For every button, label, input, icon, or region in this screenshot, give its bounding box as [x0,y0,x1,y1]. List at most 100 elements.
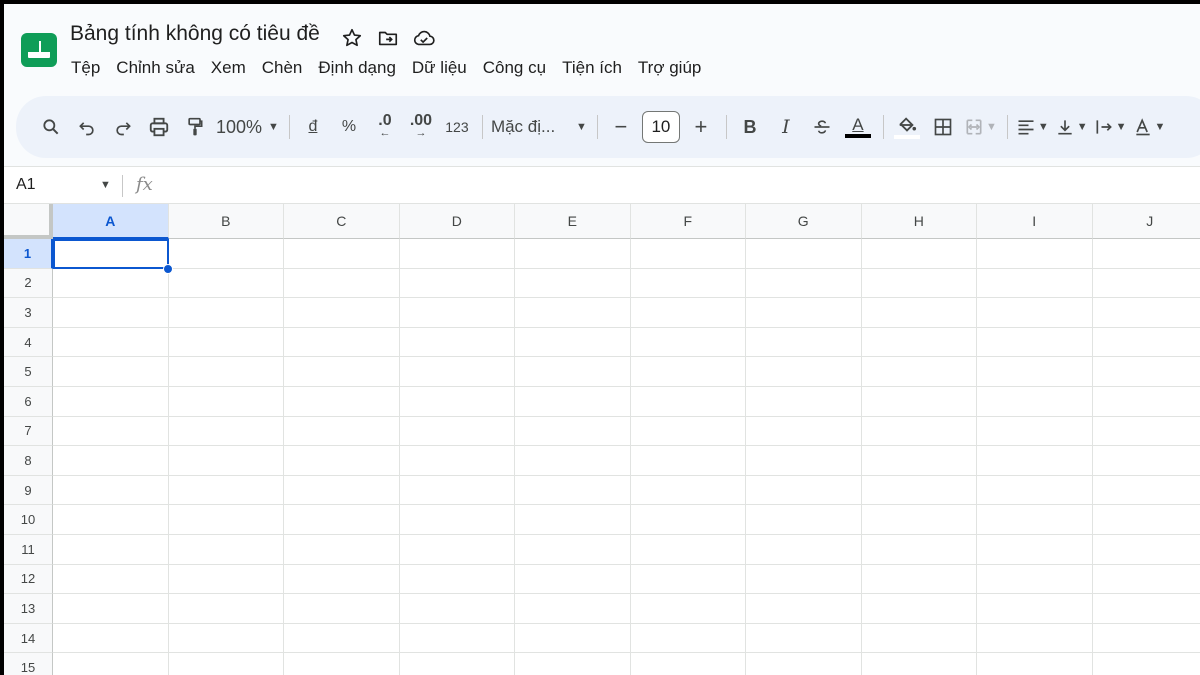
redo-icon[interactable] [108,111,138,143]
column-header-b[interactable]: B [168,204,284,239]
select-all-corner[interactable] [4,204,53,239]
column-header-j[interactable]: J [1092,204,1200,239]
decrease-font-size-button[interactable]: − [606,111,636,143]
decrease-decimal-button[interactable]: .0 ← [370,111,400,143]
row-header-12[interactable]: 12 [4,564,53,595]
search-icon[interactable] [36,111,66,143]
column-header-g[interactable]: G [746,204,862,239]
row-header-11[interactable]: 11 [4,535,53,565]
menu-edit[interactable]: Chỉnh sửa [108,56,202,80]
text-color-swatch [844,134,871,138]
row-header-13[interactable]: 13 [4,594,53,624]
row-header-9[interactable]: 9 [4,475,53,506]
grid-row-line [53,652,1200,654]
horizontal-align-icon[interactable]: ▼ [1016,111,1049,143]
chevron-down-icon: ▼ [1115,121,1127,133]
grid-row-line [53,563,1200,565]
menu-bar: Tệp Chỉnh sửa Xem Chèn Định dạng Dữ liệu… [70,56,709,80]
column-header-d[interactable]: D [399,204,515,239]
font-select[interactable]: Mặc đị... ▼ [491,111,587,143]
menu-insert[interactable]: Chèn [254,56,311,80]
grid-row-line [53,267,1200,269]
grid-column-line [745,239,746,675]
row-header-4[interactable]: 4 [4,327,53,358]
sheets-logo-icon[interactable] [20,32,58,68]
strikethrough-icon[interactable] [807,111,837,143]
zoom-select[interactable]: 100% ▼ [216,111,279,143]
grid-column-line [976,239,977,675]
column-header-h[interactable]: H [861,204,977,239]
text-wrap-icon[interactable]: ▼ [1094,111,1127,143]
row-header-7[interactable]: 7 [4,416,53,447]
increase-font-size-button[interactable]: + [686,111,716,143]
increase-decimal-button[interactable]: .00 → [406,111,436,143]
grid-row-line [53,386,1200,387]
more-formats-label: 123 [445,119,469,135]
menu-file[interactable]: Tệp [70,56,108,80]
column-header-i[interactable]: I [977,204,1093,239]
bold-button[interactable]: B [735,111,765,143]
borders-icon[interactable] [928,111,958,143]
cloud-saved-icon[interactable] [410,24,438,52]
fx-icon: fx [136,174,153,195]
row-header-15[interactable]: 15 [4,653,53,675]
toolbar-divider [596,115,598,139]
text-color-button[interactable]: A [843,111,873,143]
row-header-14[interactable]: 14 [4,623,53,654]
star-icon[interactable] [338,24,366,52]
row-header-2[interactable]: 2 [4,268,53,299]
merge-cells-icon[interactable]: ▼ [964,111,997,143]
column-header-f[interactable]: F [630,204,746,239]
fill-color-icon[interactable] [892,111,922,143]
title-bar: Bảng tính không có tiêu đề Tệp Chỉnh sửa… [4,4,1200,94]
grid-row-line [53,445,1200,447]
percent-format-button[interactable]: % [334,111,364,143]
chevron-down-icon: ▼ [985,121,997,133]
arrow-right-icon: → [415,127,427,139]
percent-symbol: % [341,118,357,135]
column-header-e[interactable]: E [515,204,631,239]
menu-extensions[interactable]: Tiện ích [554,56,630,80]
row-header-10[interactable]: 10 [4,505,53,535]
more-formats-button[interactable]: 123 [442,111,472,143]
row-header-6[interactable]: 6 [4,387,53,417]
vertical-align-icon[interactable]: ▼ [1055,111,1088,143]
row-header-1[interactable]: 1 [4,239,53,269]
chevron-down-icon: ▼ [1076,121,1088,133]
menu-view[interactable]: Xem [203,56,254,80]
document-title[interactable]: Bảng tính không có tiêu đề [70,22,320,46]
chevron-down-icon: ▼ [576,121,587,133]
name-box[interactable]: A1 [16,176,36,194]
grid-row-line [53,474,1200,476]
currency-format-button[interactable]: đ [298,111,328,143]
column-header-c[interactable]: C [284,204,400,239]
fill-handle[interactable] [163,264,173,274]
column-header-a[interactable]: A [53,204,169,239]
undo-icon[interactable] [72,111,102,143]
chevron-down-icon[interactable]: ▼ [100,179,111,191]
active-cell-a1[interactable] [53,239,169,269]
toolbar-divider [288,115,290,139]
chevron-down-icon: ▼ [268,121,279,133]
sheets-app: Bảng tính không có tiêu đề Tệp Chỉnh sửa… [4,4,1200,675]
row-header-3[interactable]: 3 [4,298,53,328]
menu-data[interactable]: Dữ liệu [404,56,475,80]
menu-tools[interactable]: Công cụ [475,56,554,80]
font-size-input[interactable]: 10 [641,111,680,143]
chevron-down-icon: ▼ [1037,121,1049,133]
grid-column-line [860,239,862,675]
grid-column-line [514,239,515,675]
menu-format[interactable]: Định dạng [310,56,404,80]
paint-format-icon[interactable] [180,111,210,143]
grid-column-line [1091,239,1093,675]
move-folder-icon[interactable] [374,24,402,52]
italic-button[interactable]: I [771,111,801,143]
text-rotation-icon[interactable]: ▼ [1133,111,1165,143]
title-actions [338,24,438,52]
menu-help[interactable]: Trợ giúp [630,56,709,80]
spreadsheet-grid[interactable]: A B C D E F G H I J 1 2 3 4 5 6 7 8 9 10 11 12 13 14 15 [4,204,1200,675]
print-icon[interactable] [144,111,174,143]
row-header-5[interactable]: 5 [4,357,53,387]
row-header-8[interactable]: 8 [4,446,53,476]
formula-bar: A1 ▼ fx [4,166,1200,204]
